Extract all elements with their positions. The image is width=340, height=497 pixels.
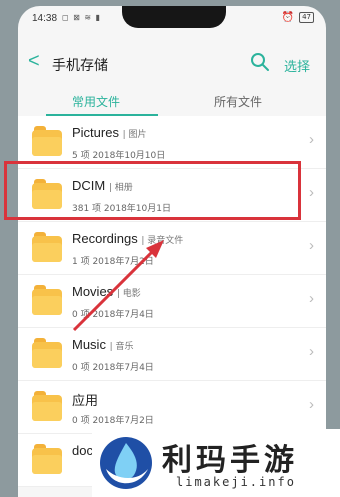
watermark-title: 利玛手游 (162, 443, 298, 478)
annotation-arrow (72, 240, 164, 332)
watermark-subtitle: limakeji.info (176, 475, 296, 489)
watermark: 利玛手游 limakeji.info (92, 429, 340, 497)
watermark-logo (100, 437, 152, 489)
